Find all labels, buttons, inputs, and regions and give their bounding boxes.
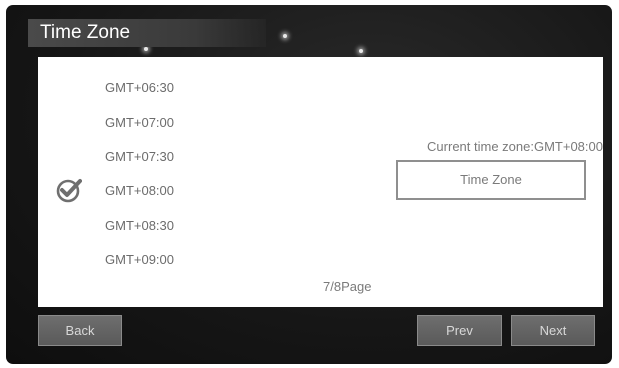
time-zone-item[interactable]: GMT+06:30 bbox=[105, 78, 174, 98]
page-title: Time Zone bbox=[40, 22, 131, 43]
star-decoration bbox=[144, 47, 148, 51]
time-zone-item-selected[interactable]: GMT+08:00 bbox=[105, 181, 174, 201]
device-screen: Time Zone GMT+06:30 GMT+07:00 GMT+07:30 … bbox=[6, 5, 612, 364]
star-decoration bbox=[283, 34, 287, 38]
time-zone-button[interactable]: Time Zone bbox=[396, 160, 586, 200]
time-zone-list: GMT+06:30 GMT+07:00 GMT+07:30 GMT+08:00 … bbox=[38, 57, 338, 307]
next-button[interactable]: Next bbox=[511, 315, 595, 346]
title-bar: Time Zone bbox=[28, 19, 266, 47]
back-button[interactable]: Back bbox=[38, 315, 122, 346]
current-time-zone-text: Current time zone:GMT+08:00 bbox=[427, 139, 603, 154]
time-zone-item[interactable]: GMT+07:30 bbox=[105, 147, 174, 167]
checkmark-circle-icon bbox=[56, 179, 82, 203]
time-zone-item[interactable]: GMT+07:00 bbox=[105, 113, 174, 133]
prev-button[interactable]: Prev bbox=[417, 315, 502, 346]
time-zone-item[interactable]: GMT+08:30 bbox=[105, 216, 174, 236]
star-decoration bbox=[359, 49, 363, 53]
page-indicator: 7/8Page bbox=[323, 279, 372, 294]
time-zone-panel: GMT+06:30 GMT+07:00 GMT+07:30 GMT+08:00 … bbox=[38, 57, 603, 307]
time-zone-item[interactable]: GMT+09:00 bbox=[105, 250, 174, 270]
